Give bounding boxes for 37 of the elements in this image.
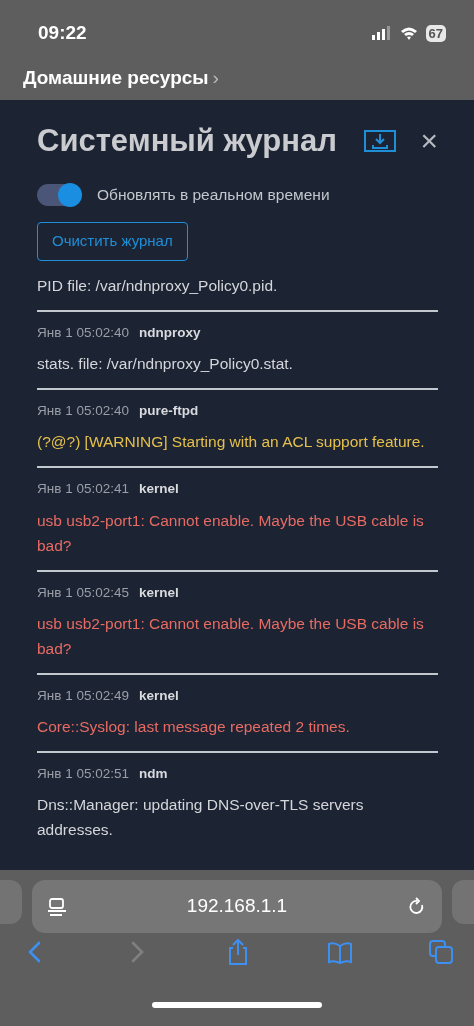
log-message: stats. file: /var/ndnproxy_Policy0.stat. [37,354,294,375]
log-message: usb usb2-port1: Cannot enable. Maybe the USB cable is bad? [37,510,425,556]
wifi-icon [399,26,418,40]
chevron-icon: › [212,67,219,88]
tabs-button[interactable] [428,938,454,966]
log-timestamp: Янв 1 05:02:40 [37,323,129,342]
clear-log-button[interactable]: Очистить журнал [37,222,188,261]
log-timestamp: Янв 1 05:02:40 [37,402,129,421]
url-text: 192.168.1.1 [186,894,288,919]
signal-icon [371,26,392,40]
reload-icon [408,896,426,917]
log-source: kernel [138,480,179,499]
log-timestamp: Янв 1 05:02:41 [37,480,129,499]
clock-time: 09:22 [38,20,87,45]
log-source: kernel [138,686,179,705]
address-bar[interactable]: 192.168.1.1 [32,880,442,933]
breadcrumb-link[interactable]: Домашние ресурсы [23,67,209,88]
toggle-label: Обновлять в реальном времени [97,185,330,206]
log-timestamp: Янв 1 05:02:51 [37,765,129,784]
log-source: kernel [138,583,179,602]
log-message: usb usb2-port1: Cannot enable. Maybe the USB cable is bad? [37,613,425,659]
log-source: pure-ftpd [138,402,199,421]
log-message: (?@?) [WARNING] Starting with an ACL support feature. [37,432,426,453]
log-timestamp: Янв 1 05:02:45 [37,583,129,602]
log-timestamp: Янв 1 05:02:49 [37,686,129,705]
toggle-switch[interactable] [37,183,81,206]
log-source: ndnproxy [138,323,201,342]
dialog-title: Системный журнал [37,122,337,160]
battery-level: 67 [425,24,446,42]
reader-icon [48,897,66,916]
log-message: PID file: /var/ndnproxy_Policy0.pid. [37,275,279,296]
tabs-icon [428,938,454,966]
log-source: ndm [138,765,168,784]
log-message: Core::Syslog: last message repeated 2 times. [37,717,351,738]
close-button[interactable]: × [420,125,438,156]
download-icon[interactable] [364,129,397,152]
log-message: Dns::Manager: updating DNS-over-TLS servers addresses. [37,795,365,841]
